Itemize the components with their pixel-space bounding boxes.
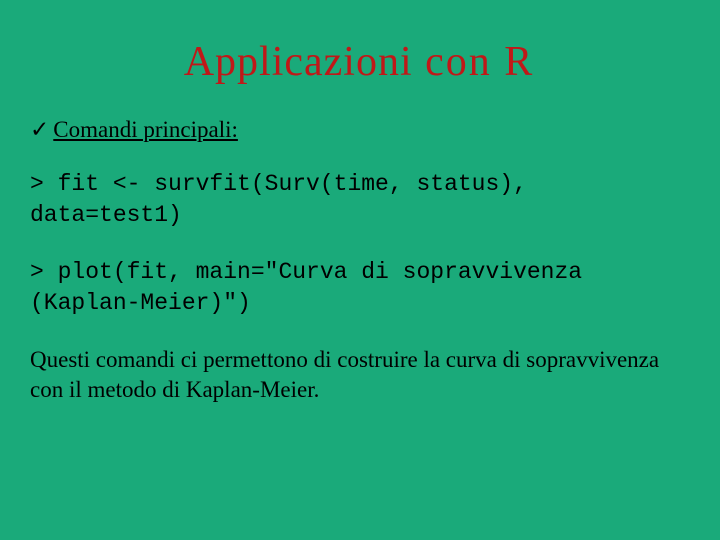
heading-text: Comandi principali: bbox=[53, 117, 238, 142]
checkmark-icon: ✓ bbox=[30, 116, 49, 143]
code-block-2: > plot(fit, main="Curva di sopravvivenza… bbox=[30, 257, 690, 319]
section-heading: ✓Comandi principali: bbox=[30, 116, 690, 143]
content-area: ✓Comandi principali: > fit <- survfit(Su… bbox=[0, 86, 720, 405]
code-block-1: > fit <- survfit(Surv(time, status), dat… bbox=[30, 169, 690, 231]
title-word-3: R bbox=[504, 39, 536, 85]
title-word-2: con bbox=[425, 39, 492, 85]
slide-title: Applicazioni con R bbox=[0, 0, 720, 86]
description-text: Questi comandi ci permettono di costruir… bbox=[30, 345, 690, 405]
title-word-1: Applicazioni bbox=[184, 39, 413, 85]
